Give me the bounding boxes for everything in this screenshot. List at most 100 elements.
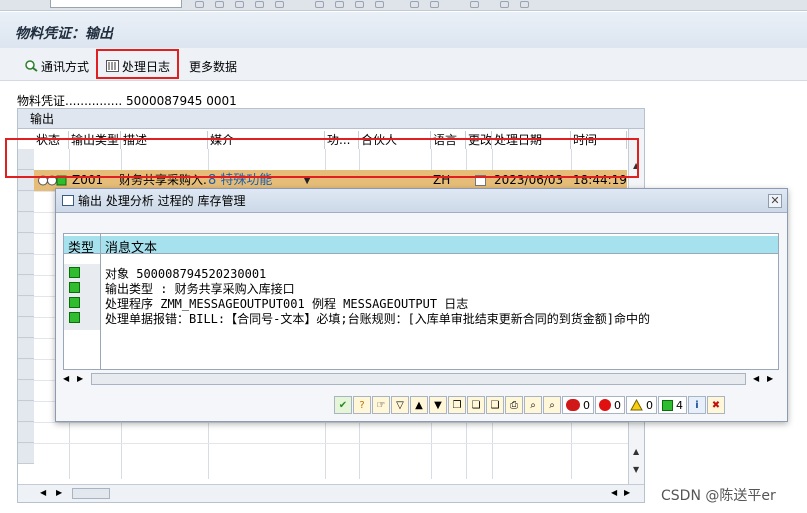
horizontal-scrollbar[interactable]: ◀ ▶ ◀ ▶ bbox=[18, 484, 644, 502]
system-toolbar bbox=[0, 0, 807, 11]
success-light-icon bbox=[69, 312, 80, 323]
sort-descending-icon[interactable]: ▼ bbox=[429, 396, 447, 414]
row-selector[interactable] bbox=[18, 401, 34, 422]
communication-icon bbox=[25, 60, 38, 72]
grid-line bbox=[18, 422, 628, 423]
error-icon bbox=[599, 399, 611, 411]
scroll-left-icon[interactable]: ◀ bbox=[40, 488, 46, 497]
row-selector[interactable] bbox=[18, 443, 34, 464]
filter-icon[interactable]: ▽ bbox=[391, 396, 409, 414]
row-selector[interactable] bbox=[18, 317, 34, 338]
find-icon[interactable]: ⌕ bbox=[524, 396, 542, 414]
close-icon[interactable]: ✕ bbox=[768, 194, 782, 208]
help-icon[interactable] bbox=[500, 1, 509, 8]
communication-button[interactable]: 通讯方式 bbox=[25, 57, 89, 75]
row-selector[interactable] bbox=[18, 359, 34, 380]
stop-icon bbox=[566, 399, 580, 411]
processing-analysis-dialog: 输出 处理分析 过程的 库存管理 ✕ 类型 消息文本 对象 5000087945… bbox=[55, 188, 788, 422]
find-icon[interactable] bbox=[275, 1, 284, 8]
scroll-thumb[interactable] bbox=[72, 488, 110, 499]
success-count[interactable]: 4 bbox=[658, 396, 687, 414]
scroll-thumb[interactable] bbox=[91, 373, 746, 385]
row-selector[interactable] bbox=[18, 233, 34, 254]
prev-page-icon[interactable] bbox=[335, 1, 344, 8]
warning-count[interactable]: 0 bbox=[626, 396, 657, 414]
material-document-label: 物料凭证............... bbox=[17, 94, 123, 108]
success-light-icon bbox=[69, 267, 80, 278]
find-next-icon[interactable]: ⌕ bbox=[543, 396, 561, 414]
error-count-value: 0 bbox=[614, 398, 621, 412]
copy-icon[interactable]: ❐ bbox=[448, 396, 466, 414]
more-data-button[interactable]: 更多数据 bbox=[189, 57, 237, 75]
output-group-title: 输出 bbox=[18, 109, 644, 129]
success-count-value: 4 bbox=[676, 398, 683, 412]
scroll-right-icon[interactable]: ▶ bbox=[767, 374, 773, 383]
shortcut-icon[interactable] bbox=[430, 1, 439, 8]
cancel-icon[interactable] bbox=[235, 1, 244, 8]
dialog-title-text: 输出 处理分析 过程的 库存管理 bbox=[78, 194, 246, 208]
message-line[interactable]: 处理单据报错：BILL:【合同号-文本】必填;台账规则：[入库单审批结束更新合同… bbox=[105, 310, 650, 327]
scroll-left-icon[interactable]: ◀ bbox=[63, 374, 69, 383]
grid-line bbox=[64, 253, 778, 254]
scroll-right-icon[interactable]: ▶ bbox=[77, 374, 83, 383]
back-icon[interactable] bbox=[195, 1, 204, 8]
row-selector[interactable] bbox=[18, 422, 34, 443]
message-table-header bbox=[64, 236, 778, 253]
dialog-toolbar: ✔ ? ☞ ▽ ▲ ▼ ❐ ❏ ❑ ⎙ ⌕ ⌕ 0 0 0 4 i ✖ bbox=[334, 396, 725, 414]
scroll-left-icon[interactable]: ◀ bbox=[611, 488, 617, 497]
scroll-up-icon[interactable]: ▲ bbox=[633, 447, 639, 456]
error-count[interactable]: 0 bbox=[595, 396, 625, 414]
help-icon[interactable]: ? bbox=[353, 396, 371, 414]
watermark: CSDN @陈送平er bbox=[661, 488, 776, 504]
more-data-label: 更多数据 bbox=[189, 59, 238, 74]
page-title: 物料凭证：输出 bbox=[15, 26, 113, 42]
settings-icon[interactable] bbox=[520, 1, 529, 8]
grid-line bbox=[18, 443, 628, 444]
success-icon bbox=[662, 399, 673, 411]
paste-icon[interactable]: ❑ bbox=[486, 396, 504, 414]
row-selector[interactable] bbox=[18, 212, 34, 233]
select-icon[interactable]: ❏ bbox=[467, 396, 485, 414]
scroll-right-icon[interactable]: ▶ bbox=[56, 488, 62, 497]
highlight-box-log bbox=[96, 49, 179, 79]
message-table: 类型 消息文本 对象 500008794520230001 输出类型 : 财务共… bbox=[63, 233, 779, 370]
print-icon[interactable] bbox=[255, 1, 264, 8]
details-icon[interactable]: ☞ bbox=[372, 396, 390, 414]
grid-line bbox=[100, 234, 101, 369]
warning-count-value: 0 bbox=[646, 398, 653, 412]
new-session-icon[interactable] bbox=[410, 1, 419, 8]
cancel-icon[interactable]: ✖ bbox=[707, 396, 725, 414]
command-field[interactable] bbox=[50, 0, 182, 8]
row-selector[interactable] bbox=[18, 296, 34, 317]
sort-ascending-icon[interactable]: ▲ bbox=[410, 396, 428, 414]
dialog-horizontal-scrollbar[interactable]: ◀ ▶ ◀ ▶ bbox=[63, 372, 779, 386]
dialog-title: 输出 处理分析 过程的 库存管理 bbox=[56, 189, 787, 213]
layout-icon[interactable] bbox=[470, 1, 479, 8]
next-page-icon[interactable] bbox=[355, 1, 364, 8]
stop-count-value: 0 bbox=[583, 398, 590, 412]
highlight-box-row bbox=[5, 138, 639, 178]
last-page-icon[interactable] bbox=[375, 1, 384, 8]
warning-icon bbox=[630, 399, 643, 411]
scroll-right-icon[interactable]: ▶ bbox=[624, 488, 630, 497]
scroll-left-icon[interactable]: ◀ bbox=[753, 374, 759, 383]
window-icon bbox=[62, 195, 74, 206]
title-bar: 物料凭证：输出 bbox=[0, 12, 807, 48]
material-document-value: 5000087945 0001 bbox=[126, 94, 237, 108]
exit-icon[interactable] bbox=[215, 1, 224, 8]
material-document-line: 物料凭证............... 5000087945 0001 bbox=[17, 92, 237, 109]
confirm-icon[interactable]: ✔ bbox=[334, 396, 352, 414]
first-page-icon[interactable] bbox=[315, 1, 324, 8]
row-selector[interactable] bbox=[18, 275, 34, 296]
row-selector[interactable] bbox=[18, 254, 34, 275]
success-light-icon bbox=[69, 297, 80, 308]
row-selector[interactable] bbox=[18, 338, 34, 359]
row-selector[interactable] bbox=[18, 380, 34, 401]
row-selector[interactable] bbox=[18, 191, 34, 212]
scroll-down-icon[interactable]: ▼ bbox=[633, 465, 639, 474]
info-icon[interactable]: i bbox=[688, 396, 706, 414]
stop-count[interactable]: 0 bbox=[562, 396, 594, 414]
success-light-icon bbox=[69, 282, 80, 293]
communication-label: 通讯方式 bbox=[41, 59, 90, 74]
print-icon[interactable]: ⎙ bbox=[505, 396, 523, 414]
